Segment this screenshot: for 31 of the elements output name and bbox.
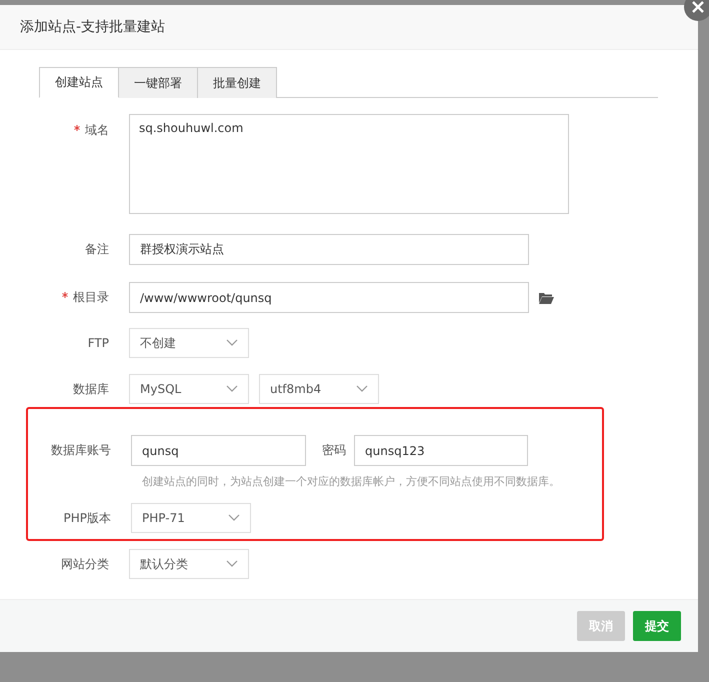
chevron-down-icon xyxy=(226,560,238,568)
field-label: 域名 xyxy=(85,123,109,137)
chevron-down-icon xyxy=(226,385,238,393)
field-label: 数据库 xyxy=(73,382,109,396)
input-field[interactable]: qunsq123 xyxy=(354,435,528,466)
chevron-down-icon xyxy=(356,385,368,393)
dropdown-select[interactable]: 默认分类 xyxy=(129,549,249,579)
hint-text: 创建站点的同时，为站点创建一个对应的数据库帐户，方便不同站点使用不同数据库。 xyxy=(142,474,561,489)
dropdown-select[interactable]: MySQL xyxy=(129,374,249,404)
field-label: 数据库账号 xyxy=(50,442,111,459)
field-label: FTP xyxy=(88,336,109,350)
close-icon xyxy=(692,1,704,13)
domain-textarea[interactable]: sq.shouhuwl.com xyxy=(129,114,569,214)
chevron-down-icon xyxy=(226,339,238,347)
input-field[interactable]: /www/wwwroot/qunsq xyxy=(129,282,529,313)
field-label: 根目录 xyxy=(73,290,109,304)
dropdown-select[interactable]: utf8mb4 xyxy=(259,374,379,404)
tab[interactable]: 创建站点 xyxy=(39,67,119,98)
dialog-title: 添加站点-支持批量建站 xyxy=(20,18,166,36)
chevron-down-icon xyxy=(228,514,240,522)
folder-icon[interactable] xyxy=(539,292,554,304)
field-label: 密码 xyxy=(322,442,346,459)
dropdown-select[interactable]: PHP-71 xyxy=(131,503,251,533)
field-label: 备注 xyxy=(85,242,109,256)
field-label: PHP版本 xyxy=(62,510,111,526)
field-label: 网站分类 xyxy=(60,556,109,572)
tab[interactable]: 批量创建 xyxy=(198,67,277,98)
dropdown-select[interactable]: 不创建 xyxy=(129,328,249,358)
input-field[interactable]: 群授权演示站点 xyxy=(129,234,529,265)
tab[interactable]: 一键部署 xyxy=(119,67,198,98)
input-field[interactable]: qunsq xyxy=(131,435,306,466)
